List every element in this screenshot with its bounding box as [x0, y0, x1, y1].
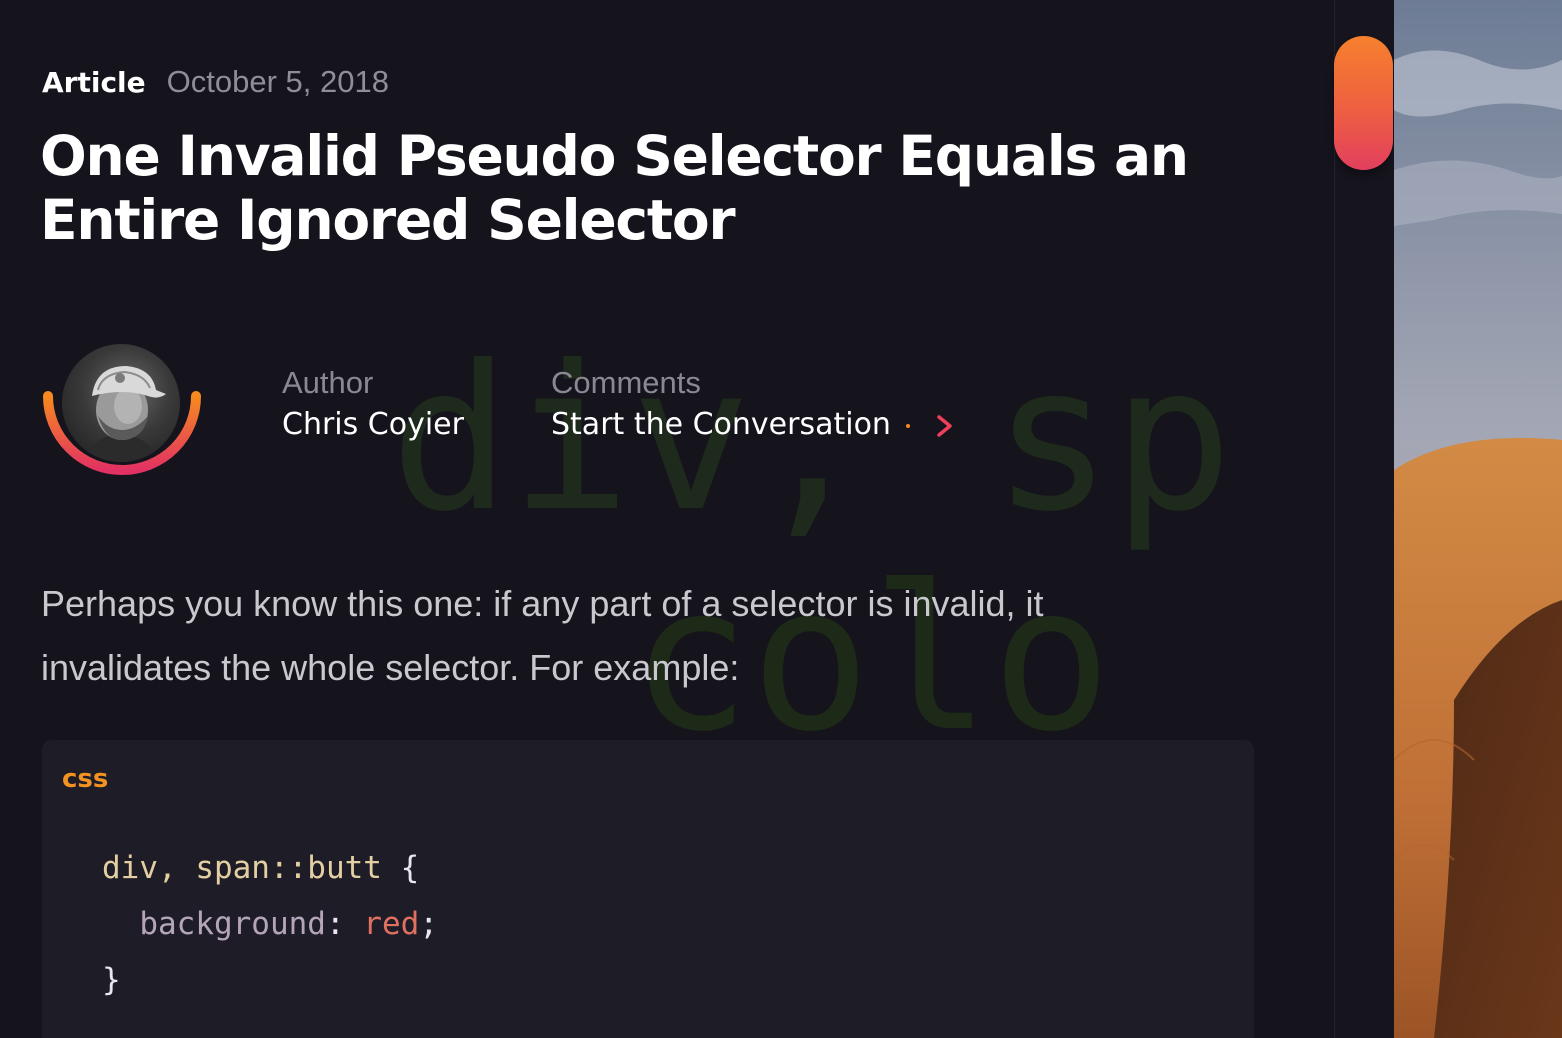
intro-paragraph: Perhaps you know this one: if any part o…: [41, 583, 1044, 688]
code-selector: div, span::butt: [102, 850, 382, 886]
code-close-brace: }: [102, 962, 121, 998]
code-property: background: [139, 906, 326, 942]
article-type-label: Article: [42, 66, 146, 99]
page-title: One Invalid Pseudo Selector Equals an En…: [40, 124, 1189, 252]
code-value: red: [363, 906, 420, 942]
article-meta: Article October 5, 2018: [42, 64, 389, 100]
avatar[interactable]: [42, 338, 202, 480]
author-label: Author: [282, 365, 374, 400]
author-block: Author Chris Coyier: [282, 366, 464, 442]
author-photo: [62, 344, 180, 462]
scrollbar-thumb[interactable]: [1334, 36, 1393, 170]
code-open-brace: {: [400, 850, 420, 886]
author-name[interactable]: Chris Coyier: [282, 408, 464, 442]
comments-label: Comments: [551, 365, 701, 400]
article-date: October 5, 2018: [166, 64, 389, 99]
article-page: div, sp colo Article October 5, 2018 One…: [0, 0, 1334, 1038]
code-colon: :: [325, 906, 345, 942]
arrow-right-icon: [905, 415, 952, 437]
desktop-wallpaper: [1394, 0, 1562, 1038]
code-semicolon: ;: [419, 906, 438, 942]
code-content[interactable]: div, span::butt { background: red; }: [102, 840, 438, 1008]
start-conversation-link[interactable]: Start the Conversation: [551, 408, 955, 442]
start-conversation-label: Start the Conversation: [551, 407, 891, 442]
comments-block: Comments Start the Conversation: [551, 366, 955, 442]
code-block[interactable]: css div, span::butt { background: red; }: [42, 740, 1254, 1038]
author-row: Author Chris Coyier Comments Start the C…: [42, 338, 1042, 480]
code-language-label: css: [62, 764, 109, 794]
